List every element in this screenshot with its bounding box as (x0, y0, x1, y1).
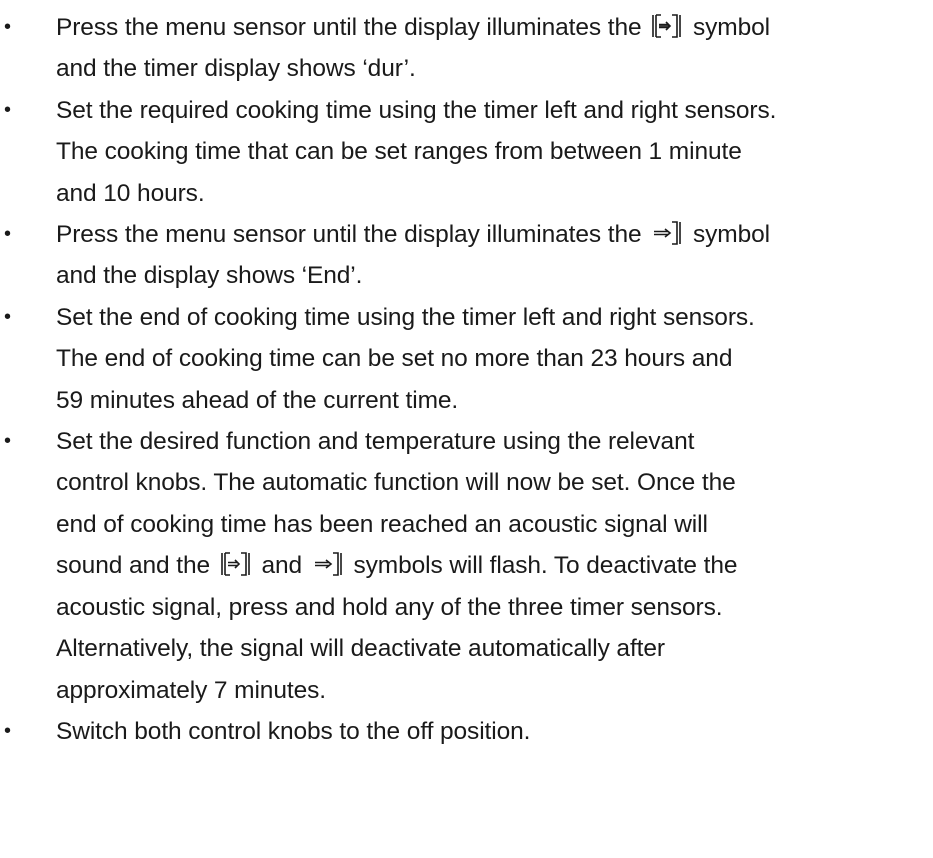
bullet: • (4, 305, 11, 328)
step-item: • Set the desired function and temperatu… (0, 421, 933, 711)
text-line: end of cooking time has been reached an … (56, 510, 708, 538)
text-line: sound and the and symbols will flash. To… (56, 550, 738, 580)
text-line: and the display shows ‘End’. (56, 262, 363, 290)
bullet: • (4, 430, 11, 453)
end-time-symbol-icon (650, 219, 684, 247)
duration-symbol-icon (219, 550, 253, 578)
text-line: Set the end of cooking time using the ti… (56, 303, 755, 331)
text-line: and the timer display shows ‘dur’. (56, 55, 416, 83)
text-line: 59 minutes ahead of the current time. (56, 386, 459, 414)
bullet: • (4, 223, 11, 246)
text-line: and 10 hours. (56, 179, 205, 207)
text-line: Press the menu sensor until the display … (56, 219, 770, 249)
bullet: • (4, 719, 11, 742)
text-line: Press the menu sensor until the display … (56, 12, 770, 41)
step-item: • Set the end of cooking time using the … (0, 297, 933, 421)
text-line: control knobs. The automatic function wi… (56, 469, 736, 497)
end-time-symbol-icon (311, 550, 345, 578)
text-line: approximately 7 minutes. (56, 676, 326, 704)
step-item: • Press the menu sensor until the displa… (0, 214, 933, 297)
text-line: The cooking time that can be set ranges … (56, 138, 742, 166)
text-line: Alternatively, the signal will deactivat… (56, 635, 665, 663)
step-item: • Set the required cooking time using th… (0, 90, 933, 214)
bullet: • (4, 98, 11, 121)
step-list: • Press the menu sensor until the displa… (0, 7, 933, 752)
text-line: acoustic signal, press and hold any of t… (56, 593, 723, 621)
step-item: • Press the menu sensor until the displa… (0, 7, 933, 90)
text-line: Switch both control knobs to the off pos… (56, 717, 531, 745)
bullet: • (4, 16, 11, 38)
instruction-document: • Press the menu sensor until the displa… (0, 0, 933, 858)
text-line: The end of cooking time can be set no mo… (56, 345, 733, 373)
text-line: Set the desired function and temperature… (56, 428, 695, 456)
text-line: Set the required cooking time using the … (56, 96, 777, 124)
step-item: • Switch both control knobs to the off p… (0, 711, 933, 752)
duration-symbol-icon (650, 12, 684, 40)
